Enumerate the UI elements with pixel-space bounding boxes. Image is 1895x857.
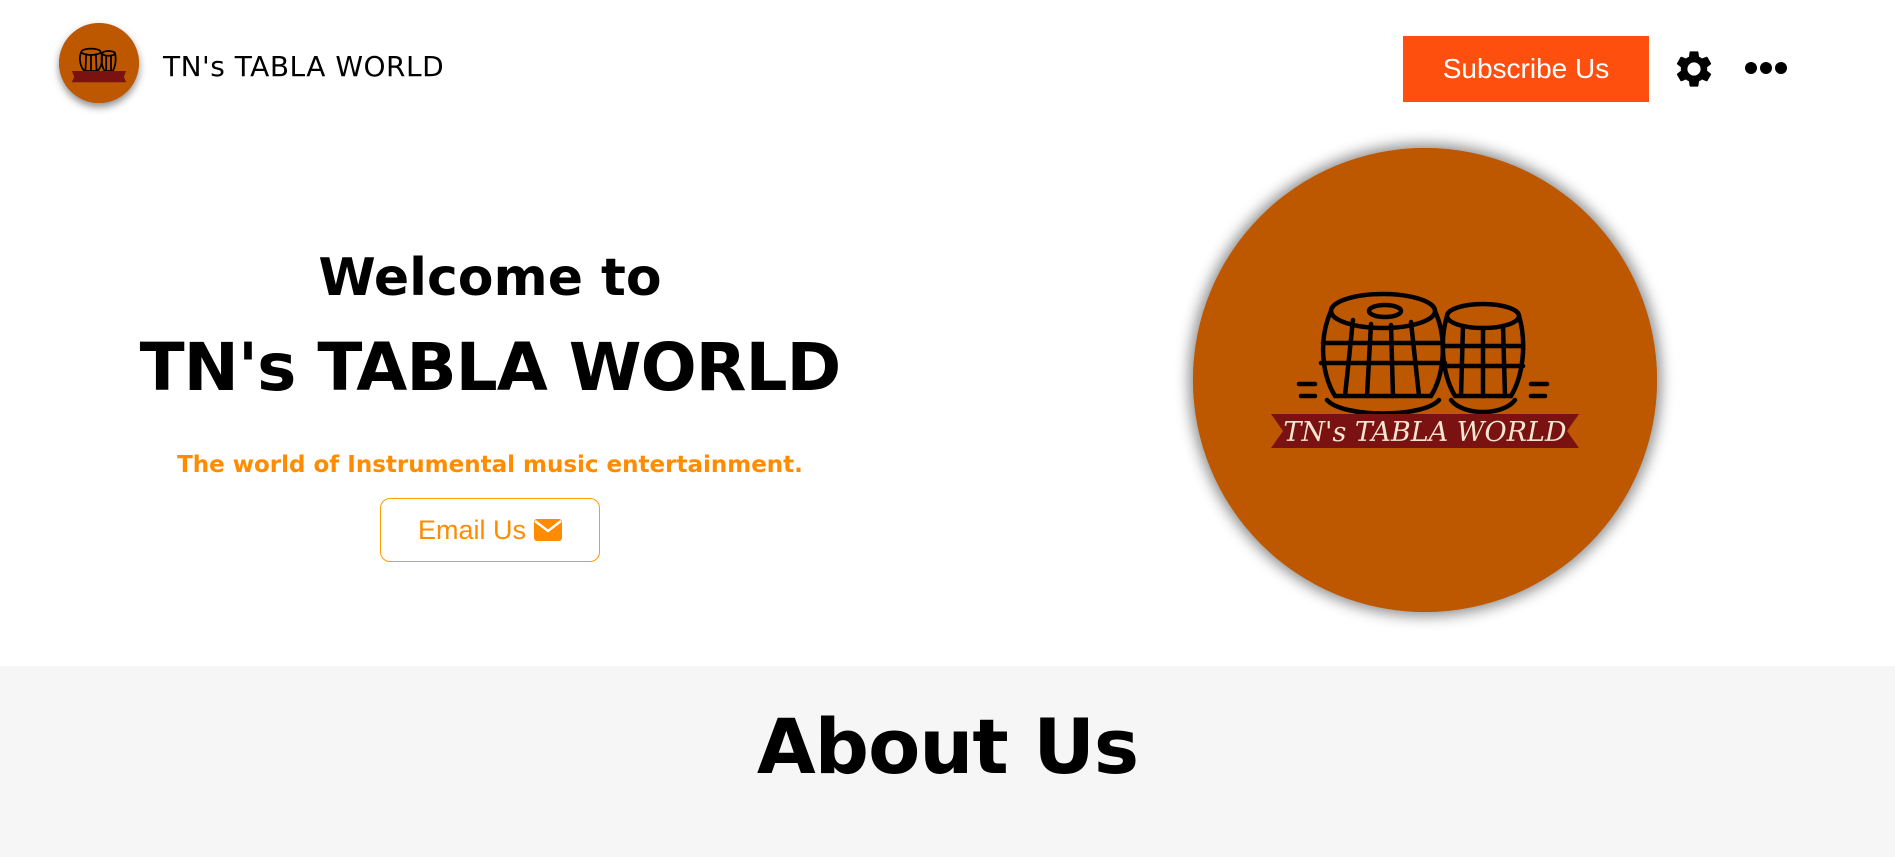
envelope-icon [534,519,562,541]
about-section: About Us [0,666,1895,857]
subscribe-button[interactable]: Subscribe Us [1403,36,1649,102]
site-header: TN's TABLA WORLD Subscribe Us [0,0,1895,140]
welcome-heading: Welcome to [318,248,662,308]
logo-banner-text: TN's TABLA WORLD [1283,417,1567,448]
tabla-logo-large: TN's TABLA WORLD [1193,148,1657,612]
brand-logo[interactable] [59,23,139,103]
brand-name[interactable]: TN's TABLA WORLD [163,50,444,83]
email-us-button[interactable]: Email Us [380,498,600,562]
tagline: The world of Instrumental music entertai… [177,452,803,478]
email-us-label: Email Us [417,514,526,545]
gear-icon[interactable] [1672,47,1716,91]
site-title: TN's TABLA WORLD [139,329,842,406]
tabla-logo-small [59,23,139,103]
hero-text: Welcome to TN's TABLA WORLD The world of… [110,240,870,562]
about-title: About Us [756,702,1139,791]
hero-section: Welcome to TN's TABLA WORLD The world of… [0,140,1895,666]
hero-logo: TN's TABLA WORLD [1193,148,1657,612]
more-horizontal-icon[interactable] [1744,56,1788,80]
